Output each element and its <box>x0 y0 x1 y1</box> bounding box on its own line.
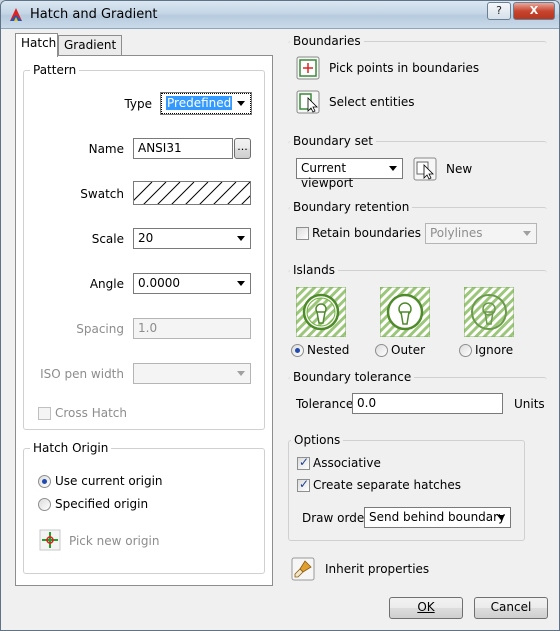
options-group-title: Options <box>291 433 344 447</box>
close-button[interactable]: X <box>513 2 555 20</box>
nested-radio[interactable] <box>291 344 304 357</box>
cross-hatch-label: Cross Hatch <box>55 406 127 420</box>
spacing-field[interactable]: 1.0 <box>133 318 251 339</box>
new-boundary-set-icon[interactable] <box>413 157 437 181</box>
help-button[interactable]: ? <box>487 2 511 20</box>
cross-hatch-checkbox[interactable] <box>38 407 51 420</box>
scale-label: Scale <box>91 232 124 246</box>
ok-button-label: OK <box>417 600 435 614</box>
associative-label: Associative <box>313 456 381 470</box>
angle-dropdown[interactable]: 0.0000 <box>133 273 251 294</box>
islands-group-title: Islands <box>290 263 338 277</box>
scale-dropdown[interactable]: 20 <box>133 228 251 249</box>
swatch-label: Swatch <box>80 187 124 201</box>
specified-origin-label: Specified origin <box>55 497 149 511</box>
boundary-tolerance-group: Boundary tolerance Tolerance 0.0 Units <box>288 370 547 425</box>
separate-hatches-checkbox[interactable] <box>297 477 310 492</box>
select-entities-label[interactable]: Select entities <box>329 95 415 109</box>
new-label: New <box>446 162 473 176</box>
outer-radio[interactable] <box>375 344 388 357</box>
pick-points-label[interactable]: Pick points in boundaries <box>329 61 479 75</box>
boundary-set-value: Current viewport <box>301 161 354 190</box>
angle-dropdown-value: 0.0000 <box>138 276 180 290</box>
options-group: Options Associative Create separate hatc… <box>288 433 525 541</box>
iso-pen-width-dropdown[interactable] <box>133 363 251 384</box>
boundary-retention-group-title: Boundary retention <box>290 200 413 214</box>
tolerance-field[interactable]: 0.0 <box>352 393 503 414</box>
use-current-origin-radio[interactable] <box>38 475 51 488</box>
chevron-down-icon <box>497 515 505 520</box>
ignore-radio[interactable] <box>459 344 472 357</box>
tab-gradient[interactable]: Gradient <box>58 35 122 56</box>
boundary-set-group-title: Boundary set <box>290 134 376 148</box>
hatch-tab-panel: Pattern Type Predefined Name ANSI31 ... … <box>15 55 273 586</box>
chevron-down-icon <box>237 281 245 286</box>
ignore-island-icon[interactable] <box>464 287 514 337</box>
use-current-origin-label: Use current origin <box>55 474 163 488</box>
spacing-label: Spacing <box>76 322 124 336</box>
boundary-set-group: Boundary set Current viewport New <box>288 134 547 190</box>
window-title: Hatch and Gradient <box>30 7 158 22</box>
draw-order-dropdown[interactable]: Send behind boundary <box>364 507 511 528</box>
cancel-button-label: Cancel <box>490 600 532 614</box>
iso-pen-width-label: ISO pen width <box>40 367 124 381</box>
boundary-set-dropdown[interactable]: Current viewport <box>296 158 403 190</box>
pick-points-icon[interactable] <box>296 56 320 80</box>
retain-type-dropdown[interactable]: Polylines <box>425 223 537 244</box>
tolerance-units-label: Units <box>514 397 545 411</box>
chevron-down-icon <box>389 166 397 171</box>
nested-island-icon[interactable] <box>296 287 346 337</box>
pattern-group-title: Pattern <box>30 63 80 77</box>
islands-group: Islands Nested Outer Ignore <box>288 263 547 360</box>
chevron-down-icon <box>237 101 245 106</box>
angle-label: Angle <box>89 277 124 291</box>
pick-new-origin-label[interactable]: Pick new origin <box>69 534 159 548</box>
boundaries-group: Boundaries Pick points in boundaries Sel… <box>288 34 547 123</box>
type-label: Type <box>124 97 152 111</box>
associative-checkbox[interactable] <box>297 455 310 470</box>
name-label: Name <box>88 142 124 156</box>
scale-dropdown-value: 20 <box>138 231 154 245</box>
retain-boundaries-label: Retain boundaries as <box>312 226 439 240</box>
hatch-origin-group-title: Hatch Origin <box>30 441 112 455</box>
title-bar[interactable]: Hatch and Gradient ? X <box>1 1 559 29</box>
chevron-down-icon <box>237 371 245 376</box>
pick-origin-crosshair-icon[interactable] <box>39 529 61 551</box>
outer-label: Outer <box>391 343 426 357</box>
dialog-window: Hatch and Gradient ? X Hatch Gradient Pa… <box>0 0 560 631</box>
inherit-properties-label[interactable]: Inherit properties <box>325 562 429 576</box>
app-logo-icon <box>10 8 22 21</box>
ignore-label: Ignore <box>475 343 514 357</box>
outer-island-icon[interactable] <box>380 287 430 337</box>
pattern-swatch[interactable] <box>133 181 251 205</box>
type-dropdown-value: Predefined <box>166 96 233 110</box>
specified-origin-radio[interactable] <box>38 498 51 511</box>
select-entities-icon[interactable] <box>296 90 320 114</box>
boundaries-group-title: Boundaries <box>290 34 364 48</box>
name-field[interactable]: ANSI31 <box>133 138 233 159</box>
hatch-origin-group: Hatch Origin Use current origin Specifie… <box>23 441 265 574</box>
tolerance-label: Tolerance <box>296 397 354 411</box>
retain-boundaries-checkbox[interactable] <box>296 227 309 240</box>
boundary-tolerance-group-title: Boundary tolerance <box>290 370 415 384</box>
browse-pattern-button[interactable]: ... <box>234 138 251 159</box>
chevron-down-icon <box>237 236 245 241</box>
type-dropdown[interactable]: Predefined <box>160 92 252 115</box>
draw-order-value: Send behind boundary <box>369 510 506 524</box>
chevron-down-icon <box>523 231 531 236</box>
retain-type-value: Polylines <box>430 226 483 240</box>
ok-button[interactable]: OK <box>389 597 463 619</box>
tab-hatch[interactable]: Hatch <box>15 33 58 57</box>
draw-order-label: Draw order <box>302 511 370 525</box>
pattern-group: Pattern Type Predefined Name ANSI31 ... … <box>23 63 265 430</box>
cancel-button[interactable]: Cancel <box>474 597 548 619</box>
boundary-retention-group: Boundary retention Retain boundaries as … <box>288 200 547 253</box>
inherit-properties-brush-icon[interactable] <box>291 557 315 581</box>
separate-hatches-label: Create separate hatches <box>313 478 461 492</box>
nested-label: Nested <box>307 343 350 357</box>
